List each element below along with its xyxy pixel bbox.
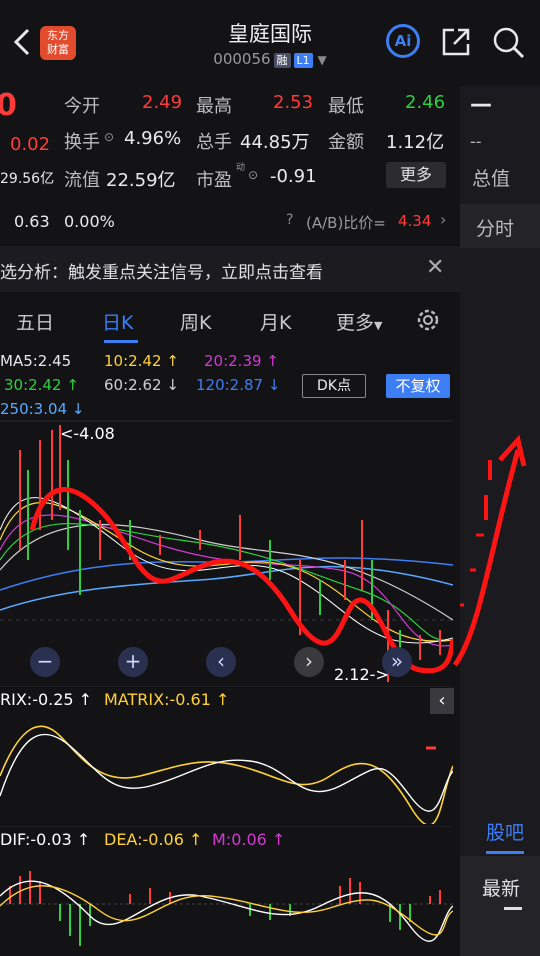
high-label: 最高 xyxy=(196,96,232,117)
turnover-label: 换手 xyxy=(64,132,100,153)
ma10-value: 10:2.42 xyxy=(104,352,162,370)
chevron-right-icon[interactable]: › xyxy=(440,210,446,229)
level-tag: L1 xyxy=(293,53,313,68)
margin-tag: 融 xyxy=(273,53,291,68)
search-icon[interactable] xyxy=(492,26,526,60)
current-price: 0 xyxy=(0,88,17,123)
price-change: 0.02 xyxy=(10,134,51,155)
high-value: 2.53 xyxy=(273,92,314,113)
ma120-value: 120:2.87 xyxy=(196,376,264,394)
latest-label: 最新 xyxy=(482,878,521,900)
ma30-label: 30:2.42 ↑ xyxy=(4,376,79,394)
banner-text: 选分析：触发重点关注信号，立即点击查看 xyxy=(0,263,323,283)
zoom-out-button[interactable]: − xyxy=(30,647,60,677)
low-label: 最低 xyxy=(328,96,364,117)
latest-tab[interactable]: 最新 xyxy=(460,856,540,956)
hand-drawn-arrow-annotation xyxy=(452,434,527,667)
ma5-label: MA5:2.45 xyxy=(0,352,71,370)
ma10-label: 10:2.42 ↑ xyxy=(104,352,179,370)
volume-label: 总手 xyxy=(196,132,232,153)
kline-chart[interactable] xyxy=(0,420,453,685)
amount-label: 金额 xyxy=(328,132,364,153)
quote-panel: 0 0.02 29.56亿 0.63 0.00% 今开 2.49 最高 2.53… xyxy=(0,86,460,246)
side-total-label[interactable]: 总值 xyxy=(472,164,510,191)
pe-label: 市盈 xyxy=(196,170,232,191)
ma20-value: 20:2.39 xyxy=(204,352,262,370)
period-tabs: 五日 日K 周K 月K 更多▼ xyxy=(0,298,460,346)
ma60-value: 60:2.62 xyxy=(104,376,162,394)
share-icon[interactable] xyxy=(440,26,472,58)
stock-code: 000056 xyxy=(213,50,271,68)
latest-underline xyxy=(504,907,522,910)
scroll-end-button[interactable]: » xyxy=(382,647,412,677)
market-cap-partial: 29.56亿 xyxy=(0,171,55,187)
tab-daily[interactable]: 日K xyxy=(102,308,133,335)
side-timeshare-tab[interactable]: 分时 xyxy=(460,204,540,248)
signal-banner[interactable]: 选分析：触发重点关注信号，立即点击查看 ✕ xyxy=(0,246,460,292)
close-icon[interactable]: ✕ xyxy=(426,255,444,280)
pct-partial: 0.63 xyxy=(14,212,50,231)
scroll-left-button[interactable]: ‹ xyxy=(206,647,236,677)
volume-value: 44.85万 xyxy=(240,132,310,153)
open-label: 今开 xyxy=(64,96,100,117)
ma5-value: MA5:2.45 xyxy=(0,352,72,370)
tab-daily-underline xyxy=(104,340,138,343)
float-cap-label: 流值 xyxy=(64,170,100,191)
pe-sup: 动 xyxy=(236,163,246,173)
caret-down-icon: ▼ xyxy=(374,319,383,332)
side-dash-1: — xyxy=(470,92,492,117)
ab-ratio-label: (A/B)比价= xyxy=(306,214,386,232)
pe-info-icon[interactable]: ⊙ xyxy=(248,168,258,182)
side-timeshare-label: 分时 xyxy=(476,218,515,240)
turnover-value: 4.96% xyxy=(124,128,182,149)
top-header: 东方 财富 皇庭国际 000056 融 L1 ▼ Ai xyxy=(0,0,540,86)
tab-more[interactable]: 更多▼ xyxy=(336,308,382,335)
help-icon[interactable]: ? xyxy=(286,212,293,228)
macd-indicator-chart[interactable] xyxy=(0,826,453,954)
tab-weekly[interactable]: 周K xyxy=(180,308,211,335)
info-circle-icon[interactable]: ⊙ xyxy=(104,130,114,144)
trix-indicator-chart[interactable] xyxy=(0,686,453,824)
pct-change: 0.00% xyxy=(64,212,115,231)
tab-monthly[interactable]: 月K xyxy=(260,308,291,335)
scroll-right-button[interactable]: › xyxy=(294,647,324,677)
ai-assistant-button[interactable]: Ai xyxy=(386,24,420,58)
tab-five-day[interactable]: 五日 xyxy=(16,308,54,335)
side-dash-2: -- xyxy=(470,132,482,151)
low-marker: 2.12-> xyxy=(334,665,389,684)
pe-value: -0.91 xyxy=(270,166,317,187)
dk-point-button[interactable]: DK点 xyxy=(302,374,366,398)
ma250-value: 250:3.04 xyxy=(0,400,68,418)
guba-tab[interactable]: 股吧 xyxy=(460,786,540,856)
float-cap-value: 22.59亿 xyxy=(106,170,176,191)
zoom-in-button[interactable]: + xyxy=(118,647,148,677)
adjust-button[interactable]: 不复权 xyxy=(386,374,450,398)
ma250-label: 250:3.04 ↓ xyxy=(0,400,85,418)
gear-icon[interactable] xyxy=(414,306,442,334)
high-marker: <-4.08 xyxy=(60,424,115,443)
guba-label: 股吧 xyxy=(486,822,525,844)
ma20-label: 20:2.39 ↑ xyxy=(204,352,279,370)
ma120-label: 120:2.87 ↓ xyxy=(196,376,281,394)
open-value: 2.49 xyxy=(142,92,183,113)
low-value: 2.46 xyxy=(405,92,446,113)
chevron-down-icon: ▼ xyxy=(317,53,327,67)
tab-more-label: 更多 xyxy=(336,312,375,334)
more-button[interactable]: 更多 xyxy=(386,162,446,188)
guba-underline xyxy=(486,851,524,854)
ma30-value: 30:2.42 xyxy=(4,376,62,394)
amount-value: 1.12亿 xyxy=(386,132,445,153)
ab-ratio-value: 4.34 xyxy=(398,212,432,230)
ma60-label: 60:2.62 ↓ xyxy=(104,376,179,394)
